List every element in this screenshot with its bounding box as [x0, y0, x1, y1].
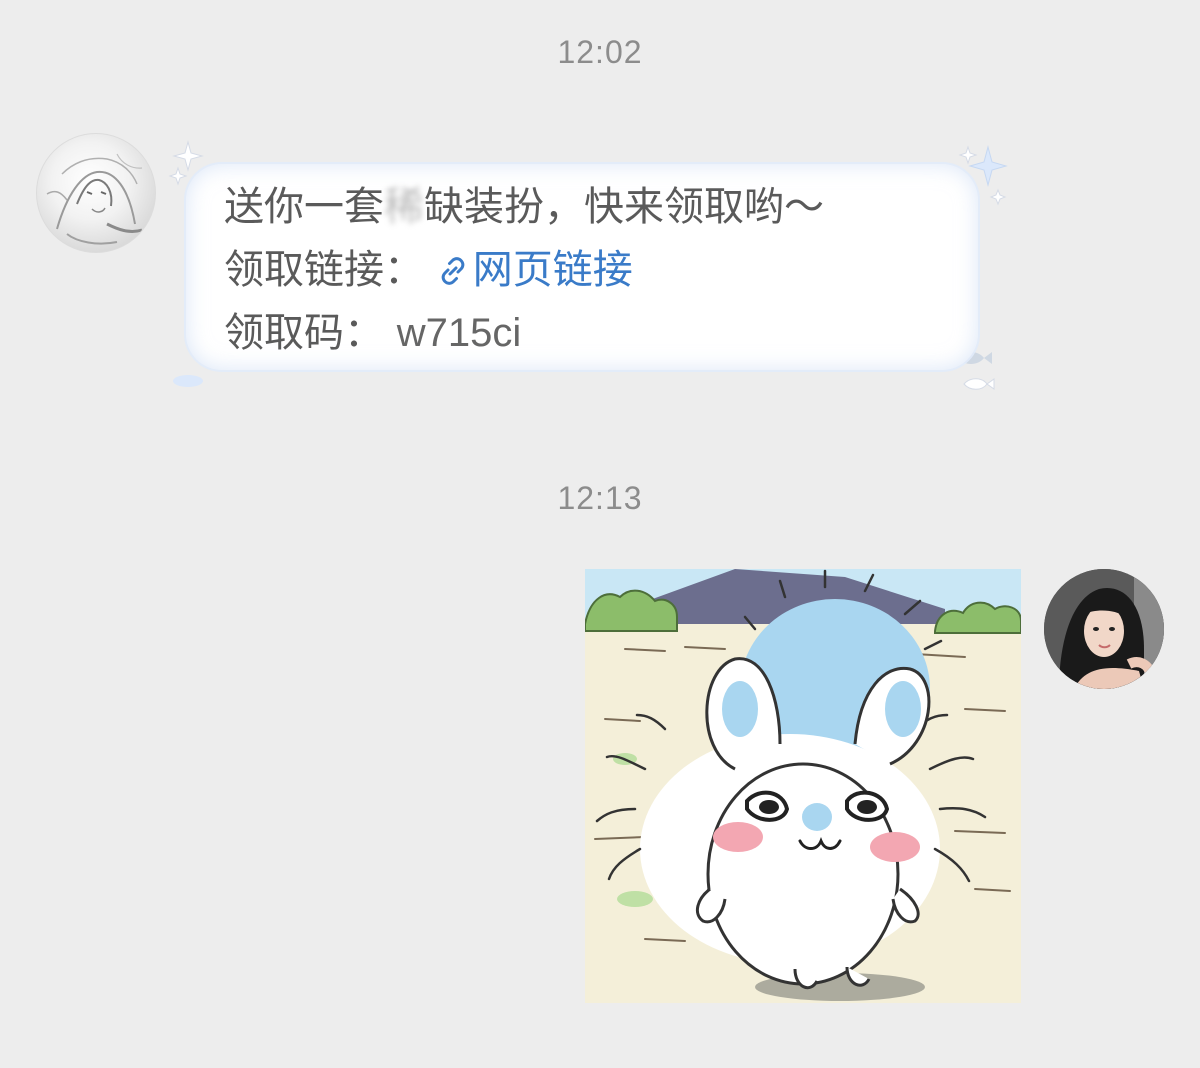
redeem-code: w715ci	[396, 311, 522, 355]
message-bubble[interactable]: 送你一套稀缺装扮，快来领取哟～ 领取链接： 网页链接 领取码： w715ci	[186, 164, 978, 370]
message-line-1: 送你一套稀缺装扮，快来领取哟～	[224, 176, 824, 239]
bunny-sticker-image	[585, 569, 1021, 1003]
message-text: 缺装扮，快来领取哟～	[424, 184, 824, 230]
message-line-3: 领取码： w715ci	[224, 302, 824, 365]
web-link[interactable]: 网页链接	[437, 247, 633, 293]
my-avatar[interactable]	[1044, 569, 1164, 689]
blurred-text: 稀	[384, 184, 424, 230]
timestamp: 12:02	[557, 34, 643, 70]
code-label: 领取码：	[224, 310, 384, 356]
message-bubble-wrapper: 送你一套稀缺装扮，快来领取哟～ 领取链接： 网页链接 领取码： w715ci	[168, 140, 1008, 390]
avatar-photo-image	[1044, 569, 1164, 689]
avatar-sketch-image	[46, 153, 143, 245]
timestamp: 12:13	[557, 480, 643, 516]
message-text: 送你一套	[224, 184, 384, 230]
contact-avatar[interactable]	[36, 133, 156, 253]
image-message[interactable]	[585, 569, 1021, 1003]
link-label: 领取链接：	[224, 247, 424, 293]
message-line-2: 领取链接： 网页链接	[224, 239, 824, 302]
link-text[interactable]: 网页链接	[473, 247, 633, 293]
link-icon	[441, 257, 465, 285]
cloud-icon	[173, 375, 203, 387]
